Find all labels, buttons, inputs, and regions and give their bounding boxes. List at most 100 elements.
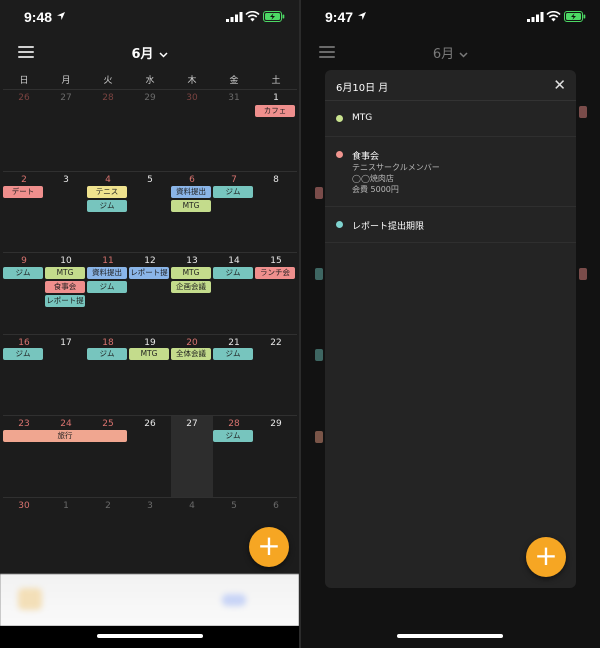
chevron-down-icon: [158, 51, 168, 58]
day-cell[interactable]: 18: [87, 333, 129, 416]
day-cell[interactable]: 2: [87, 496, 129, 579]
day-cell[interactable]: 5: [129, 170, 171, 253]
day-cell[interactable]: 3: [129, 496, 171, 579]
day-event-item[interactable]: MTG: [325, 101, 576, 137]
day-cell[interactable]: 30: [171, 89, 213, 171]
weekday-fri: 金: [229, 76, 239, 86]
blurred-banner: [0, 574, 299, 626]
day-cell[interactable]: 2: [3, 170, 45, 253]
event-chip-lunch[interactable]: ランチ会: [255, 267, 295, 279]
day-cell[interactable]: 9: [3, 252, 45, 334]
day-cell[interactable]: 25: [87, 415, 129, 497]
event-chip-gym[interactable]: ジム: [87, 281, 127, 293]
month-selector[interactable]: 6月: [0, 43, 299, 62]
day-cell[interactable]: 20: [171, 333, 213, 416]
day-cell[interactable]: 22: [255, 333, 297, 416]
event-chip-date[interactable]: デート: [3, 186, 43, 198]
selected-date-title: 6月10日 月: [336, 83, 389, 94]
day-cell[interactable]: 23: [3, 415, 45, 497]
month-label: 6月: [432, 47, 455, 62]
event-chip-mtg[interactable]: MTG: [45, 267, 85, 279]
day-cell[interactable]: 16: [3, 333, 45, 416]
day-number: 26: [144, 419, 156, 429]
day-cell[interactable]: 19: [129, 333, 171, 416]
day-cell[interactable]: 28: [87, 89, 129, 171]
day-number: 2: [21, 174, 27, 185]
day-event-item[interactable]: レポート提出期限: [325, 207, 576, 243]
day-number: 4: [189, 500, 195, 511]
event-chip-gym[interactable]: ジム: [213, 267, 253, 279]
day-number: 27: [186, 419, 198, 429]
event-chip-ryoko[interactable]: 旅行: [3, 430, 127, 442]
event-chip-cafe[interactable]: カフェ: [255, 105, 295, 117]
day-cell[interactable]: 12: [129, 252, 171, 334]
day-cell[interactable]: 24: [45, 415, 87, 497]
event-color-dot: [336, 115, 343, 122]
event-chip-gym[interactable]: ジム: [87, 348, 127, 360]
day-cell[interactable]: 1: [255, 89, 297, 171]
calendar-header: 6月: [0, 38, 299, 68]
day-event-item[interactable]: 食事会 テニスサークルメンバー ◯◯焼肉店 会費 5000円: [325, 137, 576, 207]
event-detail-line: ◯◯焼肉店: [352, 174, 394, 183]
day-cell[interactable]: 5: [213, 496, 255, 579]
day-cell[interactable]: 15: [255, 252, 297, 334]
home-indicator[interactable]: [97, 634, 203, 638]
day-cell[interactable]: 1: [45, 496, 87, 579]
event-chip-zentai[interactable]: 全体会議: [171, 348, 211, 360]
day-cell[interactable]: 26: [129, 415, 171, 497]
day-cell[interactable]: 17: [45, 333, 87, 416]
day-number: 11: [102, 256, 114, 266]
panel-header: 6月10日 月 ✕: [325, 70, 576, 101]
event-chip-mtg[interactable]: MTG: [171, 200, 211, 212]
day-number: 1: [273, 93, 279, 103]
event-chip-shokuji[interactable]: 食事会: [45, 281, 85, 293]
day-cell[interactable]: 11: [87, 252, 129, 334]
day-cell[interactable]: 28: [213, 415, 255, 497]
location-arrow-icon: [358, 12, 366, 20]
event-chip-tennis[interactable]: テニス: [87, 186, 127, 198]
close-icon[interactable]: ✕: [553, 76, 566, 94]
status-time: 9:48: [24, 9, 53, 25]
event-chip-report[interactable]: レポート提: [45, 295, 85, 307]
event-chip-gym[interactable]: ジム: [213, 430, 253, 442]
event-detail-line: テニスサークルメンバー: [352, 163, 440, 172]
add-event-button[interactable]: +: [526, 537, 566, 577]
home-indicator[interactable]: [397, 634, 503, 638]
day-cell[interactable]: 21: [213, 333, 255, 416]
day-number: 3: [147, 500, 153, 511]
day-cell[interactable]: 27: [45, 89, 87, 171]
day-cell[interactable]: 8: [255, 170, 297, 253]
day-cell[interactable]: 27: [171, 415, 213, 497]
weekday-sun: 日: [19, 76, 29, 86]
event-chip-shiryo[interactable]: 資料提出: [87, 267, 127, 279]
blurred-image: [18, 588, 42, 610]
background-event-edge: [315, 187, 323, 199]
day-cell[interactable]: 31: [213, 89, 255, 171]
day-cell[interactable]: 30: [3, 496, 45, 579]
weekday-header-row: 日 月 火 水 木 金 土: [3, 73, 297, 87]
day-cell[interactable]: 29: [255, 415, 297, 497]
event-chip-shiryo[interactable]: 資料提出: [171, 186, 211, 198]
day-number: 30: [186, 93, 198, 103]
event-chip-gym[interactable]: ジム: [3, 267, 43, 279]
day-cell[interactable]: 26: [3, 89, 45, 171]
day-cell[interactable]: 13: [171, 252, 213, 334]
event-chip-gym[interactable]: ジム: [213, 186, 253, 198]
event-chip-gym[interactable]: ジム: [87, 200, 127, 212]
day-cell[interactable]: 4: [171, 496, 213, 579]
event-chip-gym[interactable]: ジム: [3, 348, 43, 360]
event-chip-gym[interactable]: ジム: [213, 348, 253, 360]
event-chip-mtg[interactable]: MTG: [129, 348, 169, 360]
day-cell[interactable]: 29: [129, 89, 171, 171]
day-cell[interactable]: 14: [213, 252, 255, 334]
day-cell[interactable]: 10: [45, 252, 87, 334]
month-selector[interactable]: 6月: [301, 43, 600, 62]
day-cell[interactable]: 7: [213, 170, 255, 253]
event-chip-kikaku[interactable]: 企画会議: [171, 281, 211, 293]
event-chip-mtg[interactable]: MTG: [171, 267, 211, 279]
add-event-button[interactable]: +: [249, 527, 289, 567]
event-chip-report[interactable]: レポート提: [129, 267, 169, 279]
day-number: 21: [228, 337, 240, 348]
day-number: 29: [144, 93, 156, 103]
day-cell[interactable]: 3: [45, 170, 87, 253]
